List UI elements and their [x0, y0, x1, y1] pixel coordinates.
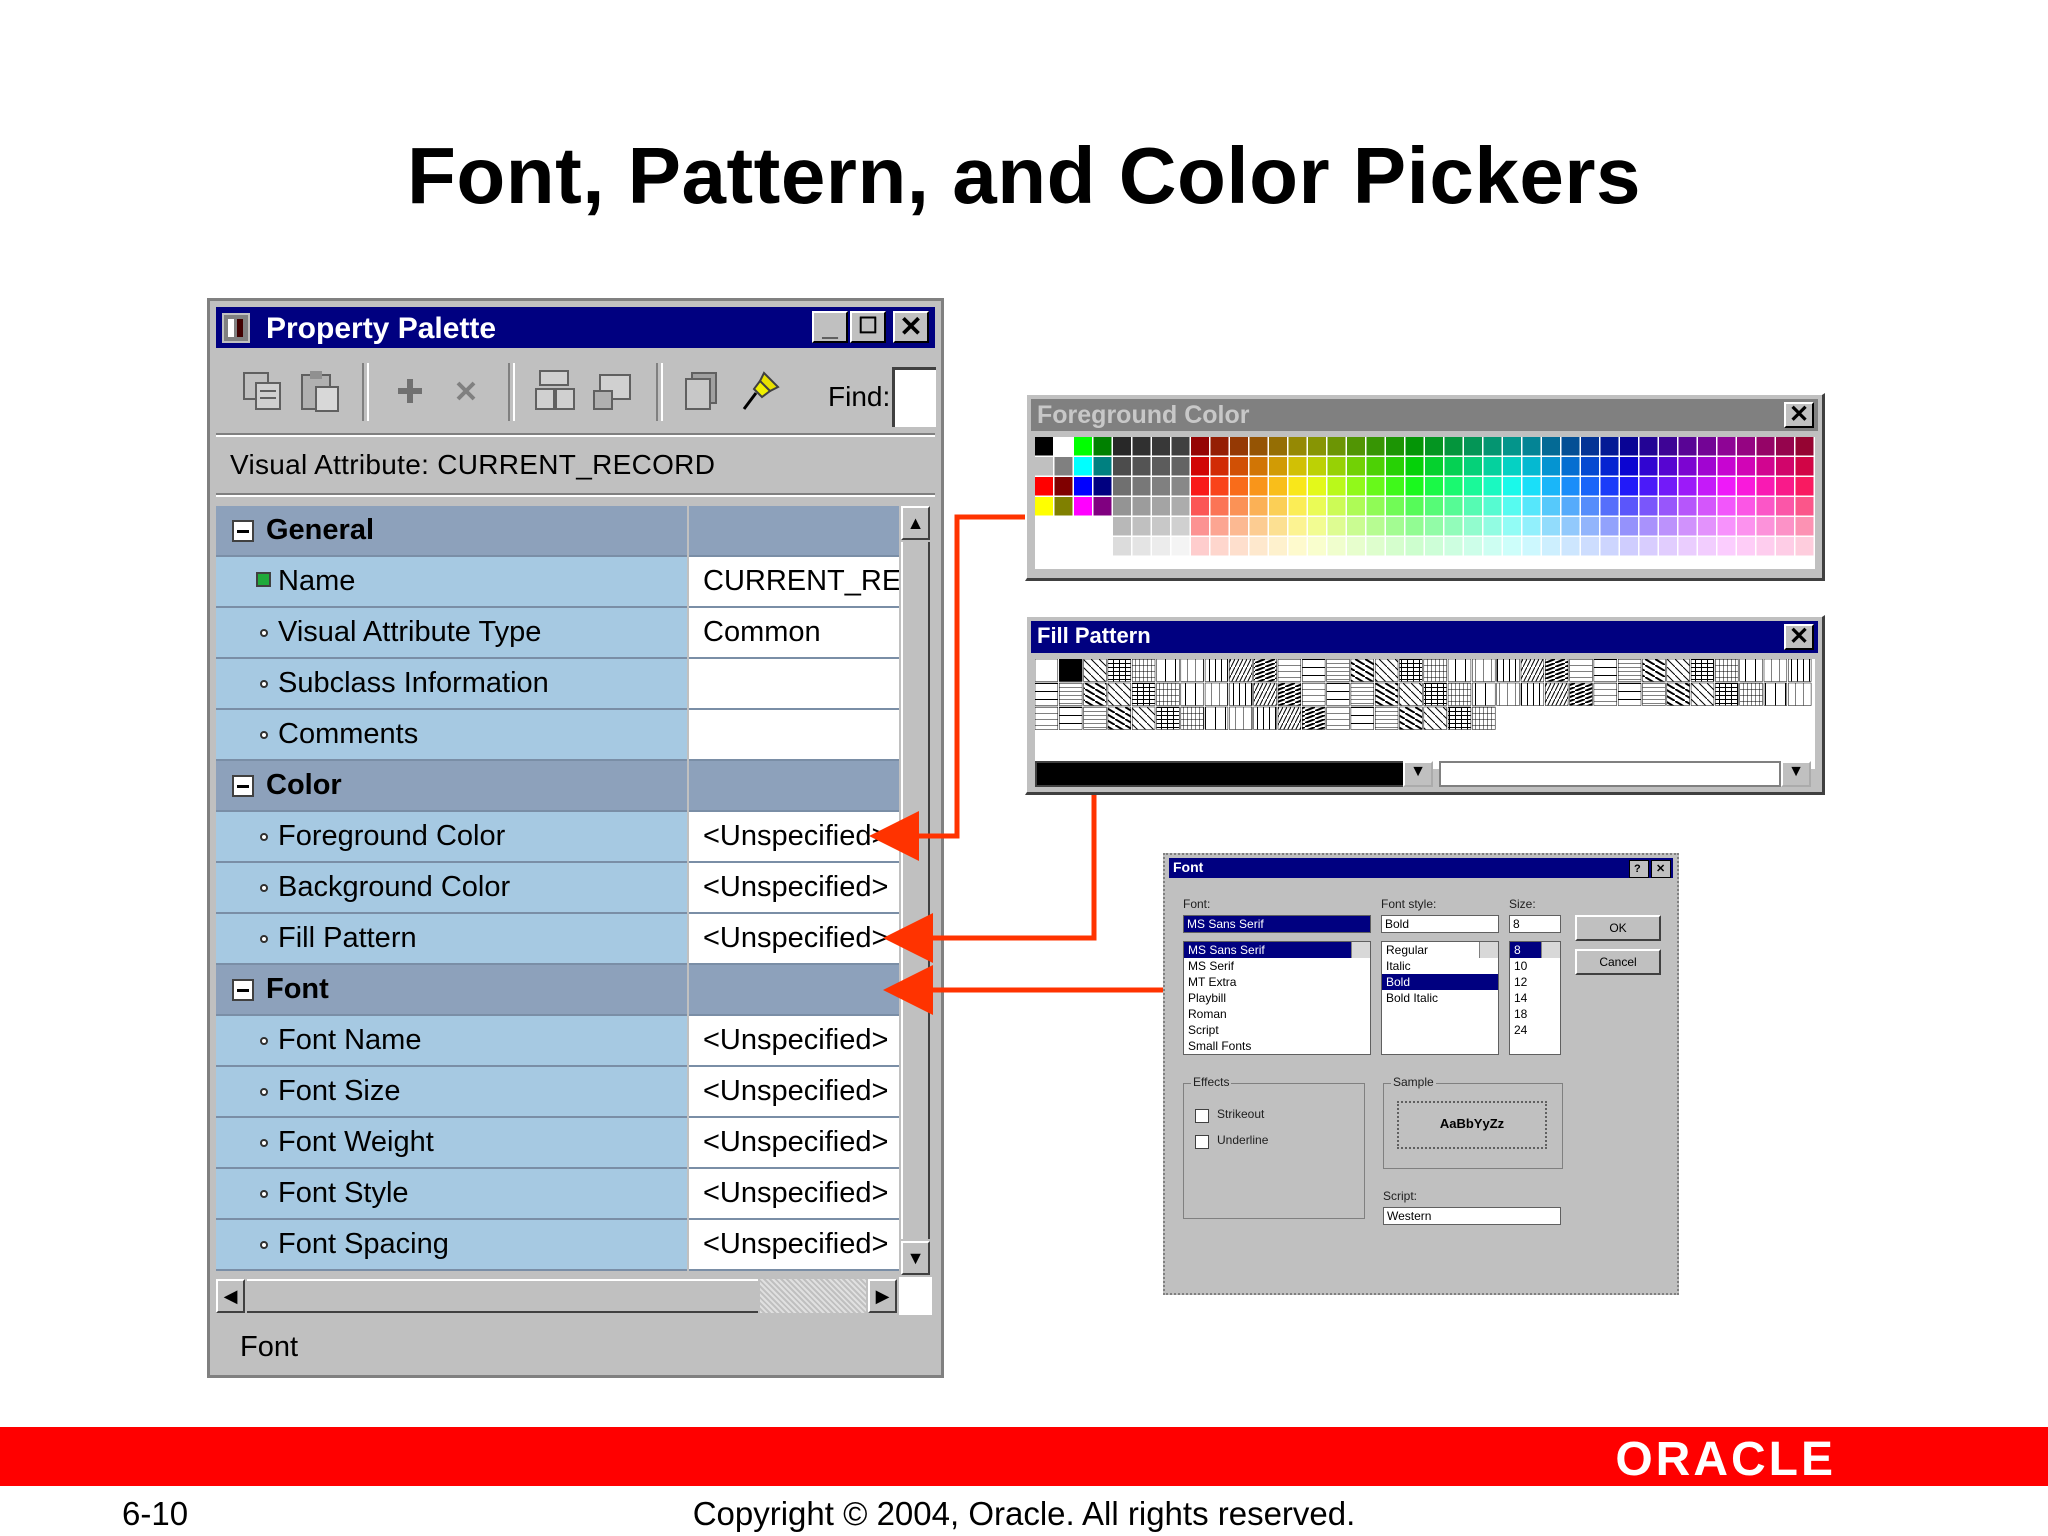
copyright-text: Copyright © 2004, Oracle. All rights res…	[692, 1495, 1356, 1532]
arrow-fill-pattern	[883, 795, 1097, 963]
callout-arrows	[869, 514, 1163, 1015]
oracle-logo: ORACLE	[1615, 1433, 1836, 1486]
arrow-foreground-color	[869, 514, 1025, 861]
